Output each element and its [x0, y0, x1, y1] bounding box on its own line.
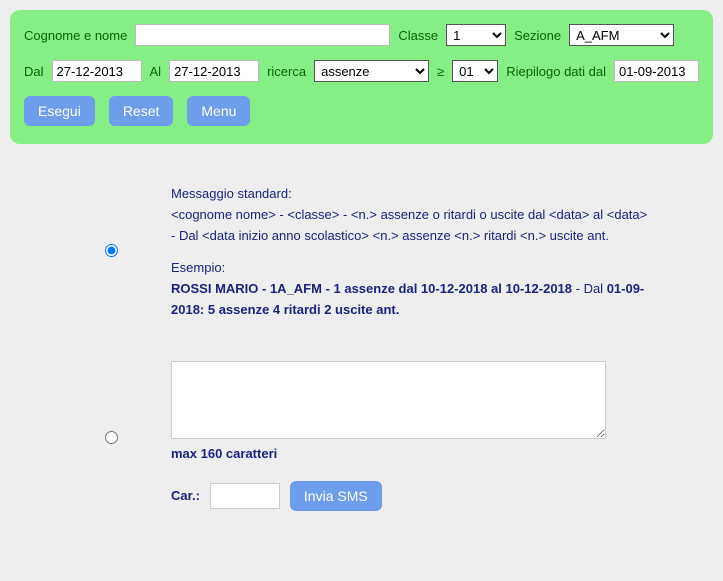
- classe-select[interactable]: 1: [446, 24, 506, 46]
- esempio-tail: - Dal: [572, 281, 607, 296]
- gte-select[interactable]: 01: [452, 60, 498, 82]
- sezione-select[interactable]: A_AFM: [569, 24, 674, 46]
- char-count-row: Car.: Invia SMS: [171, 481, 606, 511]
- reset-button[interactable]: Reset: [109, 96, 174, 126]
- standard-template: <cognome nome> - <classe> - <n.> assenze…: [171, 205, 651, 247]
- custom-message-textarea[interactable]: [171, 361, 606, 439]
- cognome-label: Cognome e nome: [24, 28, 127, 43]
- car-input[interactable]: [210, 483, 280, 509]
- filter-row-1: Cognome e nome Classe 1 Sezione A_AFM: [24, 24, 699, 46]
- car-label: Car.:: [171, 488, 200, 503]
- custom-message-block: max 160 caratteri Car.: Invia SMS: [171, 361, 606, 511]
- ricerca-select[interactable]: assenze: [314, 60, 429, 82]
- custom-message-option: max 160 caratteri Car.: Invia SMS: [100, 361, 673, 511]
- dal-label: Dal: [24, 64, 44, 79]
- filter-panel: Cognome e nome Classe 1 Sezione A_AFM Da…: [10, 10, 713, 144]
- sezione-label: Sezione: [514, 28, 561, 43]
- standard-message-block: Messaggio standard: <cognome nome> - <cl…: [171, 184, 651, 321]
- esempio-label: Esempio:: [171, 258, 651, 279]
- dal-input[interactable]: [52, 60, 142, 82]
- cognome-input[interactable]: [135, 24, 390, 46]
- standard-title: Messaggio standard:: [171, 184, 651, 205]
- ricerca-label: ricerca: [267, 64, 306, 79]
- filter-row-2: Dal Al ricerca assenze ≥ 01 Riepilogo da…: [24, 60, 699, 82]
- standard-radio[interactable]: [105, 244, 118, 257]
- invia-sms-button[interactable]: Invia SMS: [290, 481, 382, 511]
- riepilogo-label: Riepilogo dati dal: [506, 64, 606, 79]
- button-row: Esegui Reset Menu: [24, 96, 699, 126]
- gte-label: ≥: [437, 64, 444, 79]
- al-label: Al: [150, 64, 162, 79]
- classe-label: Classe: [398, 28, 438, 43]
- menu-button[interactable]: Menu: [187, 96, 250, 126]
- standard-message-option: Messaggio standard: <cognome nome> - <cl…: [100, 184, 673, 321]
- al-input[interactable]: [169, 60, 259, 82]
- content-area: Messaggio standard: <cognome nome> - <cl…: [10, 144, 713, 571]
- max-chars-note: max 160 caratteri: [171, 446, 606, 461]
- esegui-button[interactable]: Esegui: [24, 96, 95, 126]
- esempio-text: ROSSI MARIO - 1A_AFM - 1 assenze dal 10-…: [171, 279, 651, 321]
- custom-radio[interactable]: [105, 431, 118, 444]
- esempio-bold1: ROSSI MARIO - 1A_AFM - 1 assenze dal 10-…: [171, 281, 572, 296]
- riepilogo-input[interactable]: [614, 60, 699, 82]
